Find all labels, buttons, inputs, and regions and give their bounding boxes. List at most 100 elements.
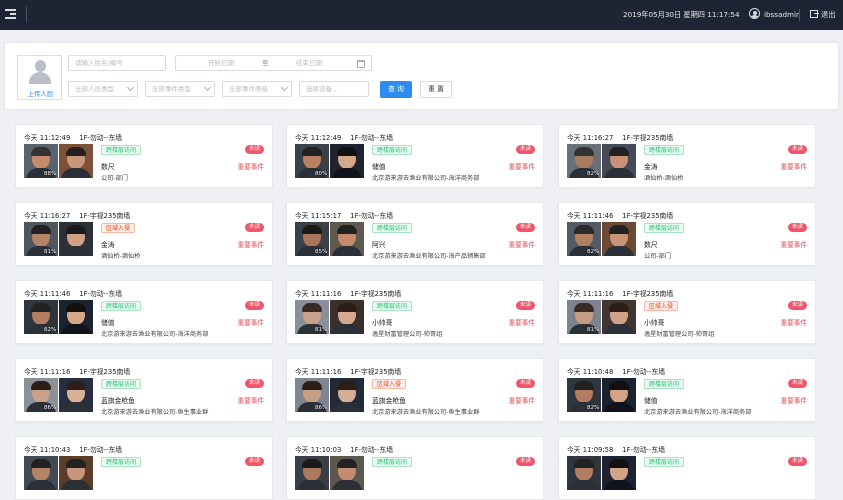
menu-toggle-icon[interactable]: [5, 9, 16, 19]
device-select[interactable]: 选择设备...: [299, 81, 369, 97]
event-card[interactable]: 今天 11:11:46 1F-勿动--东墙 82% 跨楼层访问 储值 北京游来游去…: [15, 280, 273, 344]
event-type-tag: 跨楼层访问: [101, 145, 142, 155]
event-title: 今天 11:10:48 1F-勿动--东墙: [567, 366, 674, 376]
similarity-score: 85%: [315, 249, 328, 255]
registered-photo[interactable]: [59, 456, 93, 490]
event-location: 1F-宇视235南墙: [622, 290, 674, 298]
snapshot-photo[interactable]: [567, 456, 601, 490]
event-type-select[interactable]: 全部事件类型: [145, 81, 215, 97]
query-button[interactable]: 查 询: [380, 81, 412, 98]
unread-status-badge: 未读: [515, 145, 535, 154]
registered-photo[interactable]: [602, 144, 636, 178]
event-card[interactable]: 今天 11:10:48 1F-勿动--东墙 82% 跨楼层访问 储值 北京游来游去…: [558, 358, 816, 422]
person-type-select[interactable]: 全部人员类型: [68, 81, 138, 97]
unread-status-badge: 未读: [787, 301, 807, 310]
event-level-label: 重要事件: [237, 319, 264, 327]
event-type-tag: 区域入侵: [644, 301, 679, 311]
event-card[interactable]: 今天 11:10:03 1F-勿动--东墙 跨楼层访问 未读: [286, 436, 544, 500]
snapshot-photo[interactable]: [24, 456, 58, 490]
topbar-divider: [799, 9, 800, 21]
registered-photo[interactable]: [602, 378, 636, 412]
event-location: 1F-勿动--东墙: [622, 446, 666, 454]
event-card[interactable]: 今天 11:15:17 1F-勿动--东墙 85% 跨楼层访问 阿兴 北京游来游去…: [286, 202, 544, 266]
event-time: 今天 11:12:49: [24, 134, 71, 142]
upload-face-label: 上传人脸: [27, 90, 54, 98]
user-avatar-icon[interactable]: [749, 8, 760, 19]
event-level-label: 重要事件: [508, 241, 535, 249]
event-card[interactable]: 今天 11:11:16 1F-宇视235南墙 86% 跨楼层访问 蓝旗金枪鱼 北京…: [15, 358, 273, 422]
registered-photo[interactable]: [59, 222, 93, 256]
calendar-icon: [357, 60, 365, 68]
event-card[interactable]: 今天 11:09:58 1F-勿动--东墙 跨楼层访问 未读: [558, 436, 816, 500]
logout-link[interactable]: 退出: [821, 10, 835, 20]
registered-photo[interactable]: [602, 300, 636, 334]
event-type-tag: 跨楼层访问: [372, 145, 413, 155]
logout-icon[interactable]: [810, 10, 819, 18]
event-time: 今天 11:10:48: [567, 368, 614, 376]
event-card[interactable]: 今天 11:16:27 1F-宇视235南墙 81% 区域入侵 金涛 酒仙桥-酒仙…: [15, 202, 273, 266]
event-title: 今天 11:11:16 1F-宇视235南墙: [567, 288, 682, 298]
registered-photo[interactable]: [602, 456, 636, 490]
person-organization: 逸星财富管理公司-帅哥组: [372, 331, 443, 338]
event-card[interactable]: 今天 11:12:49 1F-勿动--东墙 80% 跨楼层访问 储值 北京游来游去…: [286, 124, 544, 188]
event-card[interactable]: 今天 11:10:43 1F-勿动--东墙 跨楼层访问 未读: [15, 436, 273, 500]
registered-photo[interactable]: [602, 222, 636, 256]
registered-photo[interactable]: [59, 300, 93, 334]
registered-photo[interactable]: [59, 144, 93, 178]
registered-photo[interactable]: [330, 300, 364, 334]
event-card[interactable]: 今天 11:12:49 1F-勿动--东墙 88% 跨楼层访问 数尺 公司-部门 …: [15, 124, 273, 188]
registered-photo[interactable]: [330, 144, 364, 178]
person-organization: 北京游来游去渔业有限公司-鱼生事业群: [372, 409, 480, 416]
event-level-value: 全部事件等级: [229, 85, 268, 93]
event-card[interactable]: 今天 11:11:16 1F-宇视235南墙 81% 区域入侵 小帅哥 逸星财富管…: [558, 280, 816, 344]
event-title: 今天 11:10:43 1F-勿动--东墙: [24, 444, 131, 454]
event-type-tag: 跨楼层访问: [644, 223, 685, 233]
similarity-score: 82%: [44, 327, 57, 333]
person-organization: 北京游来游去渔业有限公司-海洋商务部: [372, 175, 480, 182]
event-card[interactable]: 今天 11:16:27 1F-宇视235南墙 82% 跨楼层访问 金涛 酒仙桥-酒…: [558, 124, 816, 188]
event-type-tag: 跨楼层访问: [372, 223, 413, 233]
date-range-picker[interactable]: 开始日期 至 结束日期: [175, 55, 372, 71]
unread-status-badge: 未读: [787, 223, 807, 232]
event-level-select[interactable]: 全部事件等级: [222, 81, 292, 97]
event-time: 今天 11:16:27: [24, 212, 71, 220]
event-type-tag: 跨楼层访问: [101, 379, 142, 389]
similarity-score: 88%: [44, 171, 57, 177]
event-level-label: 重要事件: [780, 397, 807, 405]
event-card[interactable]: 今天 11:11:46 1F-宇视235南墙 82% 跨楼层访问 数尺 公司-部门…: [558, 202, 816, 266]
event-time: 今天 11:15:17: [295, 212, 342, 220]
event-type-tag: 跨楼层访问: [372, 301, 413, 311]
event-card[interactable]: 今天 11:11:16 1F-宇视235南墙 86% 区域入侵 蓝旗金枪鱼 北京游…: [286, 358, 544, 422]
event-location: 1F-宇视235南墙: [622, 134, 674, 142]
event-type-tag: 跨楼层访问: [101, 301, 142, 311]
person-name: 金涛: [644, 163, 658, 171]
person-silhouette-icon: [29, 60, 51, 85]
reset-button[interactable]: 重 置: [420, 81, 452, 98]
event-location: 1F-勿动--东墙: [79, 446, 123, 454]
person-name: 数尺: [644, 241, 658, 249]
snapshot-photo[interactable]: [295, 456, 329, 490]
unread-status-badge: 未读: [515, 301, 535, 310]
person-organization: 北京游来游去渔业有限公司-鱼生事业群: [101, 409, 209, 416]
upload-face-button[interactable]: 上传人脸: [17, 55, 62, 100]
person-name: 储值: [644, 397, 658, 405]
event-card[interactable]: 今天 11:11:16 1F-宇视235南墙 81% 跨楼层访问 小帅哥 逸星财富…: [286, 280, 544, 344]
similarity-score: 80%: [315, 171, 328, 177]
topbar-divider: [26, 7, 27, 23]
registered-photo[interactable]: [330, 222, 364, 256]
event-location: 1F-宇视235南墙: [79, 212, 131, 220]
start-date-placeholder: 开始日期: [208, 59, 234, 67]
similarity-score: 82%: [587, 249, 600, 255]
event-level-label: 重要事件: [508, 397, 535, 405]
person-organization: 酒仙桥-酒仙桥: [644, 175, 684, 182]
event-location: 1F-勿动--东墙: [622, 368, 666, 376]
registered-photo[interactable]: [330, 456, 364, 490]
registered-photo[interactable]: [330, 378, 364, 412]
event-time: 今天 11:11:46: [24, 290, 71, 298]
end-date-placeholder: 结束日期: [296, 59, 322, 67]
username[interactable]: ibssadmin: [764, 10, 801, 19]
name-search-input[interactable]: 请输入姓名/编号: [68, 55, 166, 71]
person-name: 蓝旗金枪鱼: [101, 397, 135, 405]
similarity-score: 86%: [315, 405, 328, 411]
registered-photo[interactable]: [59, 378, 93, 412]
